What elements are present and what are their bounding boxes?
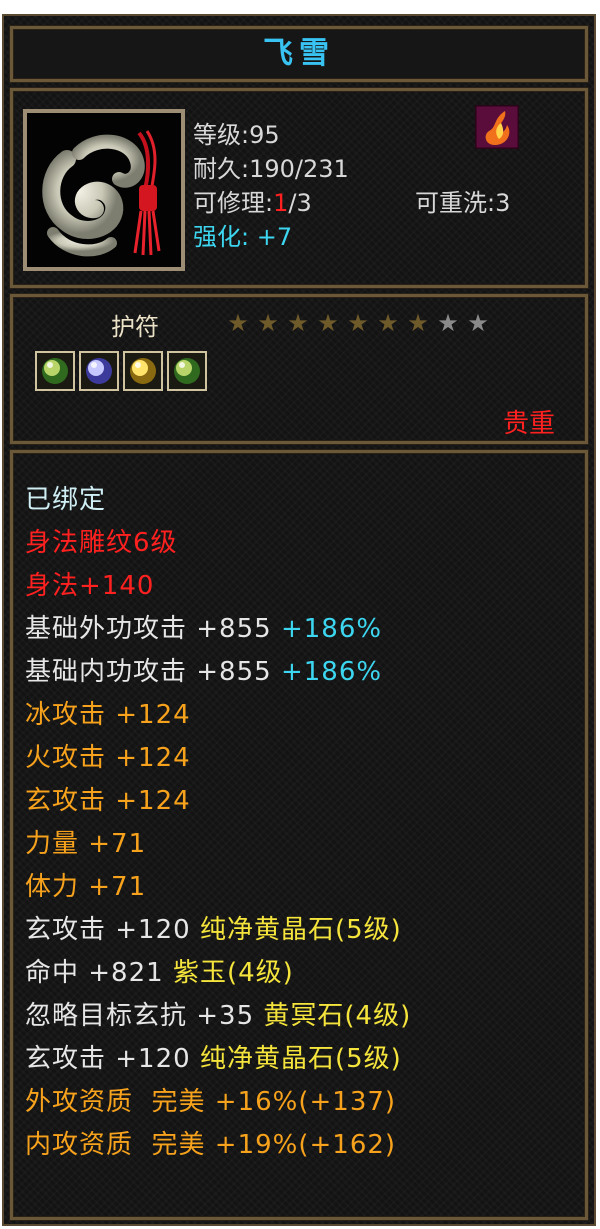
bound-status: 已绑定 [25,485,107,515]
attribute-text: 玄攻击 +120 [25,915,200,945]
attribute-text: 基础外功攻击 +855 [25,614,281,644]
item-tooltip: 飞雪 等级:95 耐久:190/231 可修理:1/3 可重洗:3 强化: +7… [2,14,596,1226]
green-gem-icon [35,351,75,391]
green-gem-icon [167,351,207,391]
attribute-text: 玄攻击 +124 [25,786,191,816]
attribute-text: 黄冥石(4级) [263,1001,412,1031]
attribute-text: 内攻资质 完美 +19%(+162) [25,1130,397,1160]
attribute-line: 冰攻击 +124 [25,694,191,731]
repair-label: 可修理: [193,189,274,217]
attribute-text: 忽略目标玄抗 +35 [25,1001,264,1031]
attribute-line: 玄攻击 +124 [25,780,191,817]
star-filled-icon: ★ [257,309,279,337]
attribute-line: 忽略目标玄抗 +35 黄冥石(4级) [25,995,411,1032]
attribute-text: 玄攻击 +120 [25,1044,200,1074]
attribute-line: 体力 +71 [25,866,146,903]
enhance-level: 强化: +7 [193,217,292,252]
jade-pendant-image [23,109,185,271]
attribute-line: 命中 +821 紫玉(4级) [25,952,294,989]
attribute-line: 外攻资质 完美 +16%(+137) [25,1081,396,1118]
attribute-text: 外攻资质 完美 +16%(+137) [25,1087,397,1117]
attribute-text: 火攻击 +124 [25,743,191,773]
title-bar: 飞雪 [10,26,588,82]
item-category-section: 护符 ★ ★ ★ ★ ★ ★ ★ ★ ★ 贵重 [10,294,588,444]
attribute-text: +186% [280,657,383,687]
attribute-text: +186% [280,614,383,644]
attribute-text: 基础内功攻击 +855 [25,657,281,687]
enhance-value: +7 [256,223,293,251]
star-empty-icon: ★ [467,309,489,337]
attribute-list: 已绑定 身法雕纹6级 身法+140 基础外功攻击 +855 +186% 基础内功攻击 … [10,450,588,1220]
fire-skill-icon [473,103,521,151]
attribute-line: 基础外功攻击 +855 +186% [25,608,382,645]
star-empty-icon: ★ [437,309,459,337]
rewash-count: 可重洗:3 [415,189,511,217]
repair-used: 1 [273,189,289,217]
durability-label: 耐久: [193,155,250,183]
yellow-gem-icon [123,351,163,391]
attribute-text: 身法+140 [25,571,155,601]
attribute-line: 力量 +71 [25,823,146,860]
attribute-text: 命中 +821 [25,958,173,988]
star-filled-icon: ★ [287,309,309,337]
attribute-text: 纯净黄晶石(5级) [199,915,402,945]
attribute-line: 身法雕纹6级 [25,522,178,559]
attribute-line: 基础内功攻击 +855 +186% [25,651,382,688]
attribute-text: 纯净黄晶石(5级) [199,1044,402,1074]
attribute-text: 力量 +71 [25,829,147,859]
attribute-text: 冰攻击 +124 [25,700,191,730]
purple-gem-icon [79,351,119,391]
attribute-line: 玄攻击 +120 纯净黄晶石(5级) [25,1038,402,1075]
gem-sockets [35,351,211,395]
item-category: 护符 [111,313,159,341]
attribute-line: 玄攻击 +120 纯净黄晶石(5级) [25,909,402,946]
durability-value: 190/231 [249,155,349,183]
star-filled-icon: ★ [317,309,339,337]
durability: 耐久:190/231 [193,149,349,184]
repair-count: 可修理:1/3 [193,183,312,218]
attribute-line: 火攻击 +124 [25,737,191,774]
item-header: 等级:95 耐久:190/231 可修理:1/3 可重洗:3 强化: +7 [10,88,588,288]
attribute-text: 身法雕纹6级 [25,528,178,558]
star-filled-icon: ★ [227,309,249,337]
star-filled-icon: ★ [407,309,429,337]
attribute-line: 内攻资质 完美 +19%(+162) [25,1124,396,1161]
repair-total: /3 [288,189,312,217]
star-filled-icon: ★ [347,309,369,337]
attribute-line: 身法+140 [25,565,154,602]
star-rating: ★ ★ ★ ★ ★ ★ ★ ★ ★ [223,309,493,337]
attribute-text: 体力 +71 [25,872,147,902]
star-filled-icon: ★ [377,309,399,337]
enhance-label: 强化: [193,223,250,251]
attribute-text: 紫玉(4级) [172,958,294,988]
level-text: 等级:95 [193,121,280,149]
rarity-label: 贵重 [503,409,556,439]
item-name: 飞雪 [263,36,335,71]
